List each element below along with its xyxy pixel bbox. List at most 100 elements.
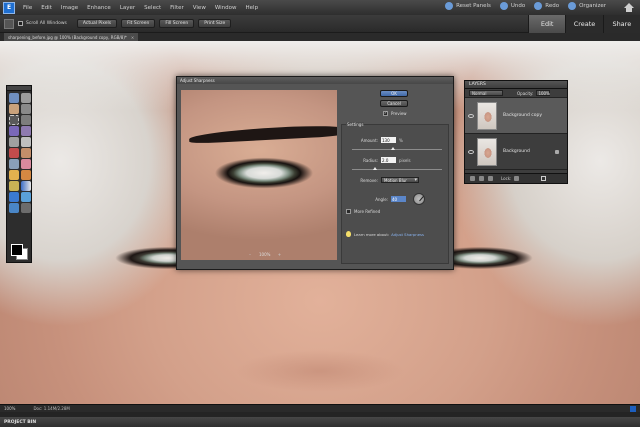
settings-group: Settings Amount: 130 % Radius: 2.0 pixel…: [341, 122, 449, 264]
paint-bucket-tool-icon[interactable]: [9, 181, 19, 191]
angle-row: Angle: 40: [362, 193, 425, 205]
opacity-label: Opacity:: [517, 90, 534, 96]
reset-panels-button[interactable]: Reset Panels: [445, 2, 491, 10]
visibility-eye-icon[interactable]: [468, 113, 474, 118]
type-tool-icon[interactable]: [9, 137, 19, 147]
menu-file[interactable]: File: [23, 5, 32, 11]
red-eye-tool-icon[interactable]: [9, 148, 19, 158]
brush-tool-icon[interactable]: [21, 170, 31, 180]
menu-select[interactable]: Select: [144, 5, 161, 11]
sponge-tool-icon[interactable]: [9, 203, 19, 213]
hand-tool-icon[interactable]: [9, 104, 19, 114]
project-bin-header[interactable]: PROJECT BIN: [0, 417, 640, 427]
tab-share[interactable]: Share: [602, 15, 640, 33]
clone-stamp-tool-icon[interactable]: [9, 159, 19, 169]
menu-edit[interactable]: Edit: [41, 5, 52, 11]
preview-checkbox-row[interactable]: Preview: [383, 111, 407, 116]
app-logo: E: [3, 1, 15, 14]
layers-title[interactable]: LAYERS: [465, 81, 567, 89]
mode-tabs: Edit Create Share: [528, 15, 640, 33]
spot-healing-tool-icon[interactable]: [21, 148, 31, 158]
foreground-color-swatch[interactable]: [11, 244, 23, 256]
amount-row: Amount: 130 %: [352, 137, 403, 143]
lock-icon: [555, 149, 559, 154]
radius-row: Radius: 2.0 pixels: [352, 157, 411, 163]
eyedropper-tool-icon[interactable]: [21, 104, 31, 114]
zoom-out-button[interactable]: –: [247, 252, 253, 257]
delete-layer-icon[interactable]: [541, 176, 547, 181]
pencil-tool-icon[interactable]: [9, 170, 19, 180]
zoom-in-button[interactable]: +: [276, 252, 282, 257]
print-size-button[interactable]: Print Size: [198, 19, 232, 28]
more-refined-checkbox[interactable]: [346, 209, 351, 214]
menu-filter[interactable]: Filter: [170, 5, 184, 11]
layer-row[interactable]: Background copy: [465, 98, 567, 134]
tip-link[interactable]: Adjust Sharpness: [391, 232, 424, 237]
radius-slider[interactable]: [352, 167, 442, 170]
menubar-right: Reset Panels Undo Redo Organizer: [436, 2, 606, 10]
ok-button[interactable]: OK: [380, 90, 408, 97]
angle-dial[interactable]: [413, 193, 425, 205]
radius-slider-thumb[interactable]: [372, 167, 377, 170]
visibility-eye-icon[interactable]: [468, 149, 474, 154]
preview-eye: [189, 145, 337, 200]
gradient-tool-icon[interactable]: [21, 181, 31, 191]
amount-slider-thumb[interactable]: [390, 147, 395, 150]
lasso-tool-icon[interactable]: [21, 115, 31, 125]
zoom-tool-icon[interactable]: [21, 93, 31, 103]
smart-brush-tool-icon[interactable]: [21, 203, 31, 213]
menu-image[interactable]: Image: [61, 5, 78, 11]
menu-help[interactable]: Help: [246, 5, 259, 11]
home-icon[interactable]: [624, 3, 634, 12]
new-layer-icon[interactable]: [470, 176, 475, 181]
dialog-title: Adjust Sharpness: [177, 77, 453, 84]
adjustment-layer-icon[interactable]: [479, 176, 484, 181]
redo-button[interactable]: Redo: [534, 2, 559, 10]
layer-row[interactable]: Background: [465, 134, 567, 170]
undo-icon: [499, 2, 508, 10]
move-tool-icon[interactable]: [9, 93, 19, 103]
magic-wand-tool-icon[interactable]: [9, 126, 19, 136]
undo-button[interactable]: Undo: [499, 2, 525, 10]
menu-window[interactable]: Window: [215, 5, 237, 11]
dialog-preview[interactable]: – 100% +: [181, 90, 337, 260]
marquee-tool-icon[interactable]: [9, 115, 19, 125]
radius-unit: pixels: [399, 157, 411, 163]
actual-pixels-button[interactable]: Actual Pixels: [76, 19, 118, 28]
remove-select[interactable]: Motion Blur: [381, 177, 419, 183]
tab-edit[interactable]: Edit: [528, 15, 566, 33]
blend-mode-select[interactable]: Normal: [469, 90, 503, 96]
organizer-button[interactable]: Organizer: [568, 2, 606, 10]
menu-layer[interactable]: Layer: [120, 5, 135, 11]
angle-input[interactable]: 40: [391, 196, 406, 202]
scroll-all-checkbox[interactable]: [18, 21, 23, 26]
close-icon[interactable]: ×: [131, 35, 134, 40]
fill-screen-button[interactable]: Fill Screen: [159, 19, 195, 28]
tab-create[interactable]: Create: [565, 15, 603, 33]
opacity-input[interactable]: 100%: [536, 90, 551, 96]
fit-screen-button[interactable]: Fit Screen: [121, 19, 156, 28]
more-refined-row[interactable]: More Refined: [346, 209, 380, 214]
blur-tool-icon[interactable]: [21, 192, 31, 202]
menu-view[interactable]: View: [193, 5, 206, 11]
amount-unit: %: [399, 137, 403, 143]
eraser-tool-icon[interactable]: [21, 159, 31, 169]
document-tab-bar: sharpening_before.jpg @ 100% (Background…: [0, 33, 640, 41]
amount-slider[interactable]: [352, 147, 442, 150]
selection-brush-tool-icon[interactable]: [21, 126, 31, 136]
radius-input[interactable]: 2.0: [381, 157, 396, 163]
layer-name: Background: [503, 149, 530, 154]
amount-input[interactable]: 130: [381, 137, 396, 143]
document-tab[interactable]: sharpening_before.jpg @ 100% (Background…: [4, 33, 139, 41]
lock-transparency-icon[interactable]: [514, 176, 520, 181]
tip-text: Learn more about:: [354, 231, 390, 237]
status-zoom[interactable]: 100%: [4, 406, 15, 411]
radius-label: Radius:: [363, 157, 378, 163]
crop-tool-icon[interactable]: [21, 137, 31, 147]
link-icon[interactable]: [488, 176, 493, 181]
shape-tool-icon[interactable]: [9, 192, 19, 202]
preview-checkbox[interactable]: [383, 111, 388, 116]
preview-zoom-controls: – 100% +: [241, 252, 288, 257]
menu-enhance[interactable]: Enhance: [87, 5, 111, 11]
cancel-button[interactable]: Cancel: [380, 100, 408, 107]
